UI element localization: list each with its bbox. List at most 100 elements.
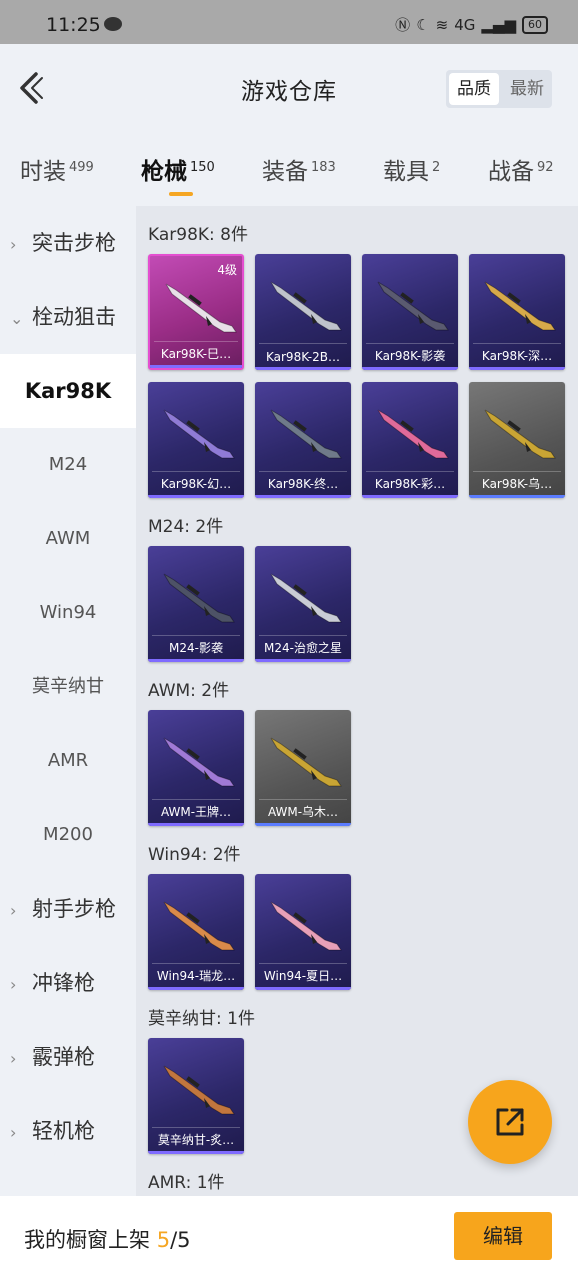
section-title: Kar98K: 8件 bbox=[148, 225, 248, 245]
page-header: 游戏仓库 品质 最新 bbox=[0, 44, 578, 134]
weapon-skin-card[interactable]: Win94-夏日… bbox=[255, 874, 351, 990]
sidebar-item-kar98k[interactable]: Kar98K bbox=[0, 354, 136, 428]
rifle-icon bbox=[481, 276, 561, 336]
tab-outfit[interactable]: 时装 499 bbox=[20, 152, 94, 186]
name-divider bbox=[473, 471, 561, 472]
sidebar-item-label: 轻机枪 bbox=[32, 1119, 95, 1143]
share-button[interactable] bbox=[468, 1080, 552, 1164]
section-title: 莫辛纳甘: 1件 bbox=[148, 1009, 255, 1029]
tab-count: 183 bbox=[311, 160, 336, 175]
sidebar-item-awm[interactable]: AWM bbox=[0, 502, 136, 576]
weapon-skin-name: Kar98K-深… bbox=[481, 349, 553, 363]
sidebar-item-smg[interactable]: › 冲锋枪 bbox=[0, 946, 136, 1020]
sidebar-item-m200[interactable]: M200 bbox=[0, 798, 136, 872]
name-divider bbox=[366, 471, 454, 472]
showcase-label: 我的橱窗上架 5/5 bbox=[24, 1224, 191, 1254]
sidebar-item-win94[interactable]: Win94 bbox=[0, 576, 136, 650]
tab-weapons[interactable]: 枪械 150 bbox=[141, 152, 215, 186]
name-divider bbox=[152, 963, 240, 964]
name-divider bbox=[259, 963, 347, 964]
weapon-skin-card[interactable]: 4级 Kar98K-巳… bbox=[148, 254, 244, 370]
rarity-bar bbox=[148, 495, 244, 498]
sidebar-item-bolt-action[interactable]: ⌄ 栓动狙击 bbox=[0, 280, 136, 354]
weapon-skin-card[interactable]: M24-治愈之星 bbox=[255, 546, 351, 662]
weapon-skin-card[interactable]: Kar98K-2B… bbox=[255, 254, 351, 370]
section-title: AMR: 1件 bbox=[148, 1173, 225, 1193]
weapon-skin-card[interactable]: Kar98K-影袭 bbox=[362, 254, 458, 370]
rarity-bar bbox=[148, 659, 244, 662]
rarity-bar bbox=[255, 659, 351, 662]
weapon-skin-card[interactable]: Kar98K-乌… bbox=[469, 382, 565, 498]
weapon-skin-card[interactable]: M24-影袭 bbox=[148, 546, 244, 662]
tab-battle-gear[interactable]: 战备 92 bbox=[488, 152, 554, 186]
tab-label: 载具 bbox=[383, 159, 429, 185]
weapon-skin-name: Kar98K-彩… bbox=[374, 477, 446, 491]
weapon-skin-card[interactable]: AWM-乌木… bbox=[255, 710, 351, 826]
active-tab-indicator bbox=[169, 192, 193, 196]
sort-newest-button[interactable]: 最新 bbox=[502, 70, 552, 108]
tab-label: 时装 bbox=[20, 159, 66, 185]
showcase-text: 我的橱窗上架 bbox=[24, 1228, 150, 1252]
name-divider bbox=[152, 635, 240, 636]
sidebar-item-lmg[interactable]: › 轻机枪 bbox=[0, 1094, 136, 1168]
status-time: 11:25 bbox=[46, 14, 101, 36]
rifle-icon bbox=[160, 1060, 240, 1120]
rifle-icon bbox=[160, 404, 240, 464]
tab-count: 2 bbox=[432, 160, 441, 175]
weapon-skin-card[interactable]: AWM-王牌… bbox=[148, 710, 244, 826]
weapon-skin-card[interactable]: Kar98K-终… bbox=[255, 382, 351, 498]
rarity-bar bbox=[469, 495, 565, 498]
sidebar-item-mosin[interactable]: 莫辛纳甘 bbox=[0, 650, 136, 724]
share-icon bbox=[496, 1108, 524, 1136]
weapon-skin-name: 莫辛纳甘-炙… bbox=[157, 1133, 235, 1147]
weapon-skin-name: AWM-乌木… bbox=[267, 805, 339, 819]
rarity-bar bbox=[362, 367, 458, 370]
rifle-icon bbox=[481, 404, 561, 464]
chevron-right-icon: › bbox=[10, 1123, 17, 1142]
rifle-icon bbox=[160, 732, 240, 792]
sort-quality-button[interactable]: 品质 bbox=[449, 73, 499, 105]
rifle-icon bbox=[267, 276, 347, 336]
battery-icon: 60 bbox=[522, 15, 548, 34]
network-label: 4G bbox=[454, 15, 476, 34]
sidebar-item-dmr[interactable]: › 射手步枪 bbox=[0, 872, 136, 946]
weapon-skin-name: M24-治愈之星 bbox=[264, 641, 342, 655]
showcase-footer: 我的橱窗上架 5/5 编辑 bbox=[0, 1196, 578, 1280]
name-divider bbox=[259, 635, 347, 636]
edit-button[interactable]: 编辑 bbox=[454, 1212, 552, 1260]
wechat-notification-icon bbox=[104, 17, 122, 31]
showcase-total-count: /5 bbox=[170, 1228, 191, 1252]
weapon-skin-card[interactable]: Kar98K-幻… bbox=[148, 382, 244, 498]
sidebar-item-m24[interactable]: M24 bbox=[0, 428, 136, 502]
chevron-right-icon: › bbox=[10, 235, 17, 254]
weapon-skin-card[interactable]: 莫辛纳甘-炙… bbox=[148, 1038, 244, 1154]
rifle-icon bbox=[374, 276, 454, 336]
name-divider bbox=[152, 1127, 240, 1128]
chevron-right-icon: › bbox=[10, 1049, 17, 1068]
chevron-right-icon: › bbox=[10, 975, 17, 994]
rifle-icon bbox=[160, 896, 240, 956]
section-title: M24: 2件 bbox=[148, 517, 224, 537]
rifle-icon bbox=[160, 568, 240, 628]
weapon-skin-name: M24-影袭 bbox=[169, 641, 223, 655]
level-badge: 4级 bbox=[217, 263, 237, 277]
weapon-skin-card[interactable]: Kar98K-彩… bbox=[362, 382, 458, 498]
tab-vehicles[interactable]: 载具 2 bbox=[383, 152, 440, 186]
showcase-current-count: 5 bbox=[156, 1228, 171, 1252]
rarity-bar bbox=[148, 987, 244, 990]
tab-equipment[interactable]: 装备 183 bbox=[262, 152, 336, 186]
rarity-bar bbox=[150, 365, 242, 368]
weapon-skin-name: Kar98K-2B… bbox=[265, 350, 341, 364]
weapon-skin-name: Kar98K-巳… bbox=[160, 347, 232, 361]
sidebar-item-label: 冲锋枪 bbox=[32, 971, 95, 995]
weapon-skin-card[interactable]: Kar98K-深… bbox=[469, 254, 565, 370]
weapon-skin-card[interactable]: Win94-瑞龙… bbox=[148, 874, 244, 990]
rifle-icon bbox=[267, 896, 347, 956]
tab-count: 150 bbox=[190, 160, 215, 175]
sidebar-item-shotgun[interactable]: › 霰弹枪 bbox=[0, 1020, 136, 1094]
name-divider bbox=[259, 799, 347, 800]
rifle-icon bbox=[267, 568, 347, 628]
rarity-bar bbox=[148, 823, 244, 826]
sidebar-item-amr[interactable]: AMR bbox=[0, 724, 136, 798]
sidebar-item-assault-rifles[interactable]: › 突击步枪 bbox=[0, 206, 136, 280]
